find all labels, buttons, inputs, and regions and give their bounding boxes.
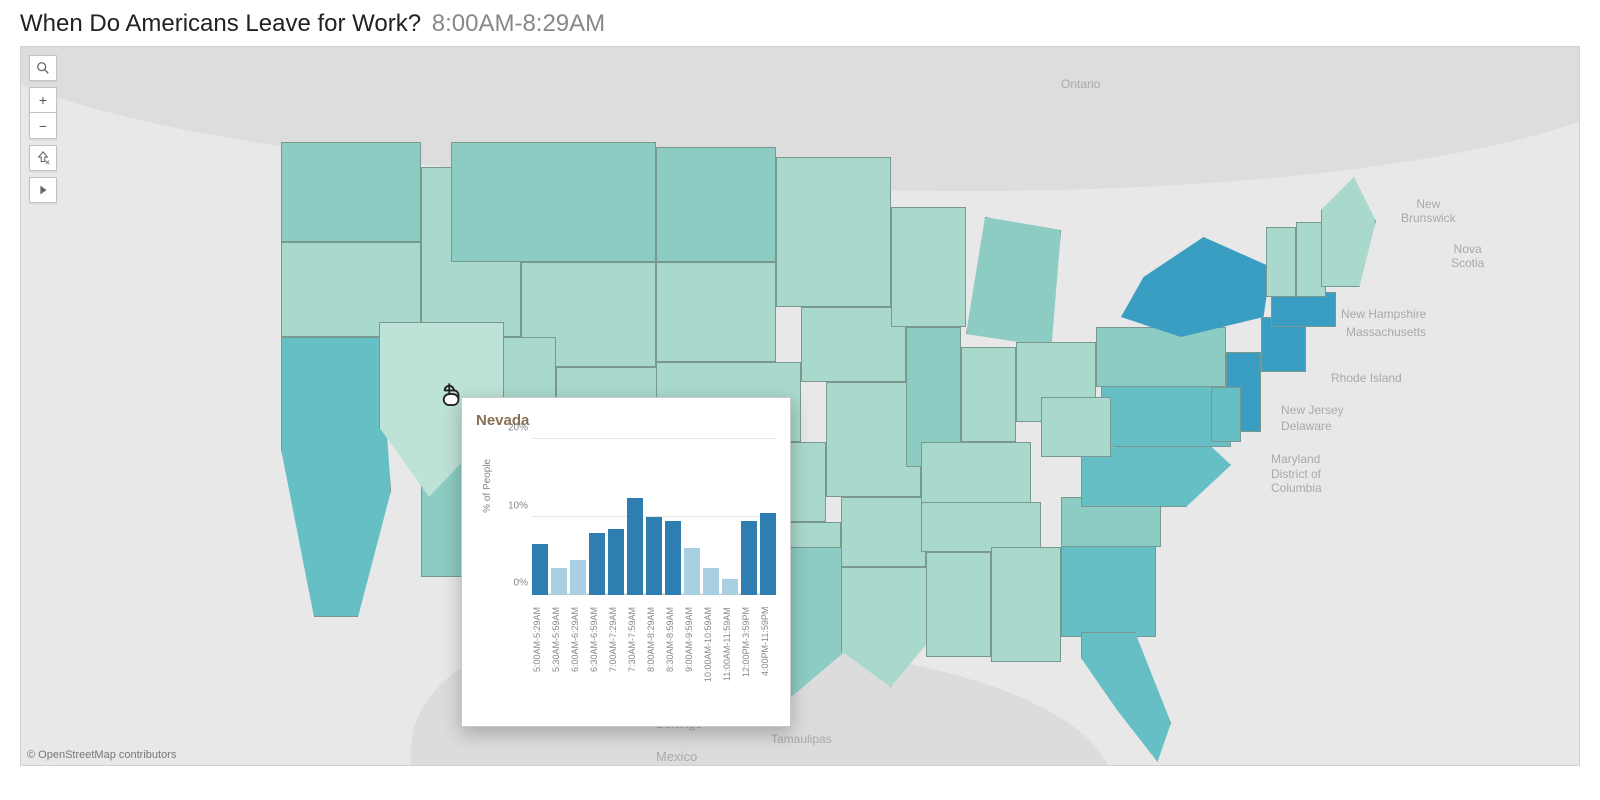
- state-alabama[interactable]: [991, 547, 1061, 662]
- state-massachusetts[interactable]: [1271, 292, 1336, 327]
- tooltip-bars: [532, 439, 776, 595]
- xtick: 8:30AM-8:59AM: [665, 607, 681, 737]
- state-indiana[interactable]: [961, 347, 1016, 442]
- bar: [722, 579, 738, 595]
- map-attribution: © OpenStreetMap contributors: [27, 749, 176, 761]
- bar: [646, 517, 662, 595]
- xtick: 7:00AM-7:29AM: [608, 607, 624, 737]
- bar: [703, 568, 719, 595]
- bar: [627, 498, 643, 596]
- bar: [741, 521, 757, 595]
- xtick: 10:00AM-10:59AM: [703, 607, 719, 737]
- tooltip-ylabel: % of People: [482, 459, 493, 513]
- bar: [570, 560, 586, 595]
- state-mississippi[interactable]: [926, 552, 991, 657]
- state-georgia[interactable]: [1061, 537, 1156, 637]
- tooltip-card: Nevada % of People 0% 10% 20% 5:00AM-5:2…: [461, 397, 791, 727]
- xtick: 12:00PM-3:59PM: [741, 607, 757, 737]
- xtick: 5:30AM-5:59AM: [551, 607, 567, 737]
- map-toolbar: + −: [29, 55, 59, 203]
- xtick: 6:30AM-6:59AM: [589, 607, 605, 737]
- bar: [760, 513, 776, 595]
- state-pennsylvania[interactable]: [1096, 327, 1226, 387]
- zoom-in-button[interactable]: +: [29, 87, 57, 113]
- bar: [532, 544, 548, 595]
- search-icon: [36, 61, 50, 75]
- bar: [665, 521, 681, 595]
- page-title: When Do Americans Leave for Work? 8:00AM…: [0, 0, 1600, 46]
- state-vermont[interactable]: [1266, 227, 1296, 297]
- play-icon: [36, 183, 50, 197]
- tooltip-chart: % of People 0% 10% 20% 5:00AM-5:29AM5:30…: [504, 439, 776, 619]
- map-viewport[interactable]: + −: [20, 46, 1580, 766]
- state-washington[interactable]: [281, 142, 421, 242]
- state-maryland[interactable]: [1211, 387, 1241, 442]
- state-montana[interactable]: [451, 142, 656, 262]
- ytick-0: 0%: [498, 578, 528, 589]
- xtick: 11:00AM-11:59AM: [722, 607, 738, 737]
- minus-icon: −: [39, 118, 47, 134]
- title-sub: 8:00AM-8:29AM: [432, 10, 605, 37]
- state-tennessee[interactable]: [921, 502, 1041, 552]
- zoom-out-button[interactable]: −: [29, 113, 57, 139]
- state-west-virginia[interactable]: [1041, 397, 1111, 457]
- bar: [551, 568, 567, 595]
- state-kentucky[interactable]: [921, 442, 1031, 507]
- bar: [684, 548, 700, 595]
- title-main: When Do Americans Leave for Work?: [20, 10, 421, 37]
- xtick: 4:00PM-11:59PM: [760, 607, 776, 737]
- xtick: 5:00AM-5:29AM: [532, 607, 548, 737]
- ytick-10: 10%: [498, 500, 528, 511]
- state-wisconsin[interactable]: [891, 207, 966, 327]
- search-button[interactable]: [29, 55, 57, 81]
- play-button[interactable]: [29, 177, 57, 203]
- home-button[interactable]: [29, 145, 57, 171]
- xtick: 7:30AM-7:59AM: [627, 607, 643, 737]
- xtick: 9:00AM-9:59AM: [684, 607, 700, 737]
- bar: [608, 529, 624, 595]
- xtick: 8:00AM-8:29AM: [646, 607, 662, 737]
- state-minnesota[interactable]: [776, 157, 891, 307]
- state-arkansas[interactable]: [841, 497, 926, 567]
- state-south-dakota[interactable]: [656, 262, 776, 362]
- plus-icon: +: [39, 92, 47, 108]
- tooltip-xlabels: 5:00AM-5:29AM5:30AM-5:59AM6:00AM-6:29AM6…: [532, 607, 776, 737]
- bar: [589, 533, 605, 595]
- xtick: 6:00AM-6:29AM: [570, 607, 586, 737]
- pin-reset-icon: [36, 151, 50, 165]
- state-north-dakota[interactable]: [656, 147, 776, 262]
- ytick-20: 20%: [498, 423, 528, 434]
